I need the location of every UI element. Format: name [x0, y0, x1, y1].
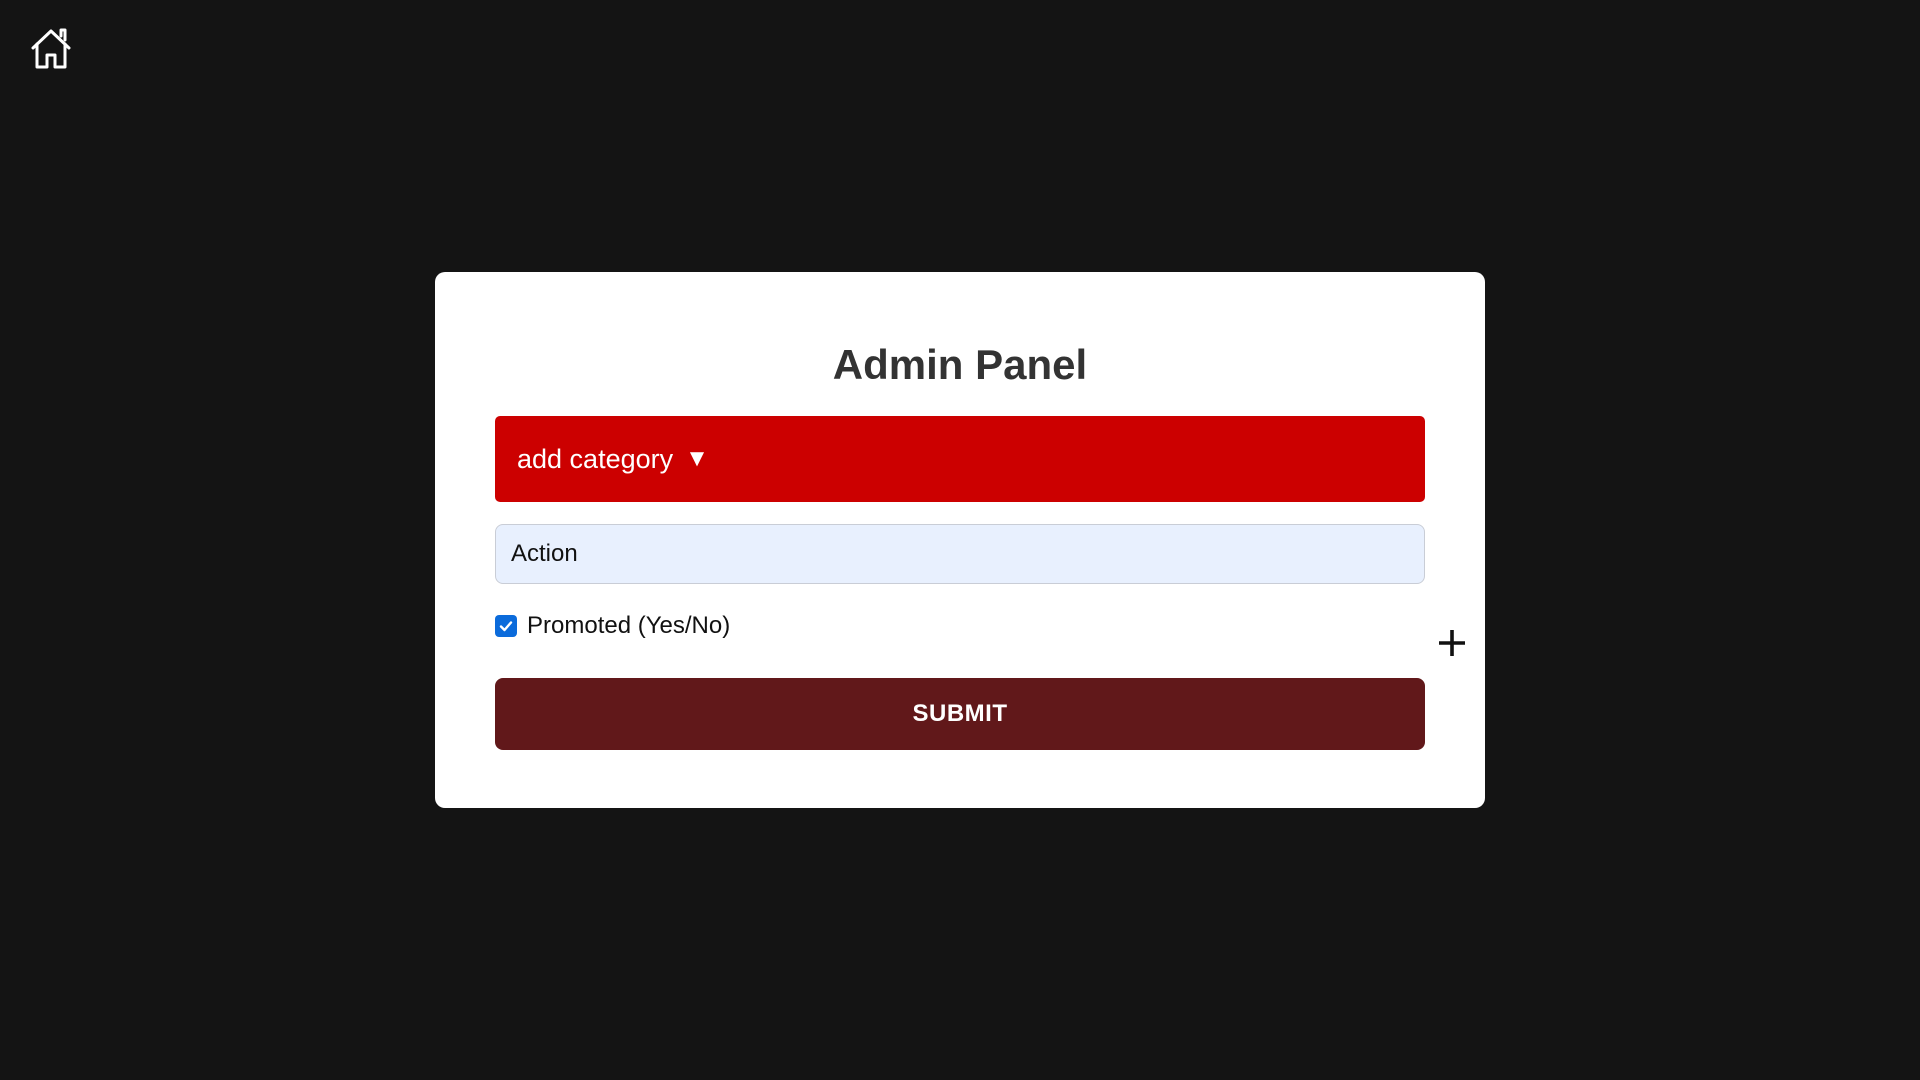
promoted-row: Promoted (Yes/No) — [495, 612, 1465, 656]
admin-panel: Admin Panel add category ▼ Promoted (Yes… — [435, 272, 1485, 808]
add-category-dropdown-button[interactable]: add category ▼ — [495, 416, 1425, 502]
category-name-input[interactable] — [495, 524, 1425, 584]
triangle-down-icon: ▼ — [685, 445, 709, 472]
plus-icon — [1439, 630, 1465, 656]
checkmark-icon — [499, 621, 513, 632]
home-link[interactable] — [28, 26, 74, 72]
add-button[interactable] — [1435, 626, 1469, 660]
panel-title: Admin Panel — [832, 341, 1088, 388]
promoted-checkbox-label-wrap: Promoted (Yes/No) — [495, 612, 730, 640]
promoted-checkbox[interactable] — [495, 615, 517, 637]
promoted-label: Promoted (Yes/No) — [527, 612, 731, 639]
home-icon — [28, 26, 74, 72]
add-category-label: add category — [517, 443, 674, 474]
submit-button[interactable]: SUBMIT — [495, 678, 1425, 750]
